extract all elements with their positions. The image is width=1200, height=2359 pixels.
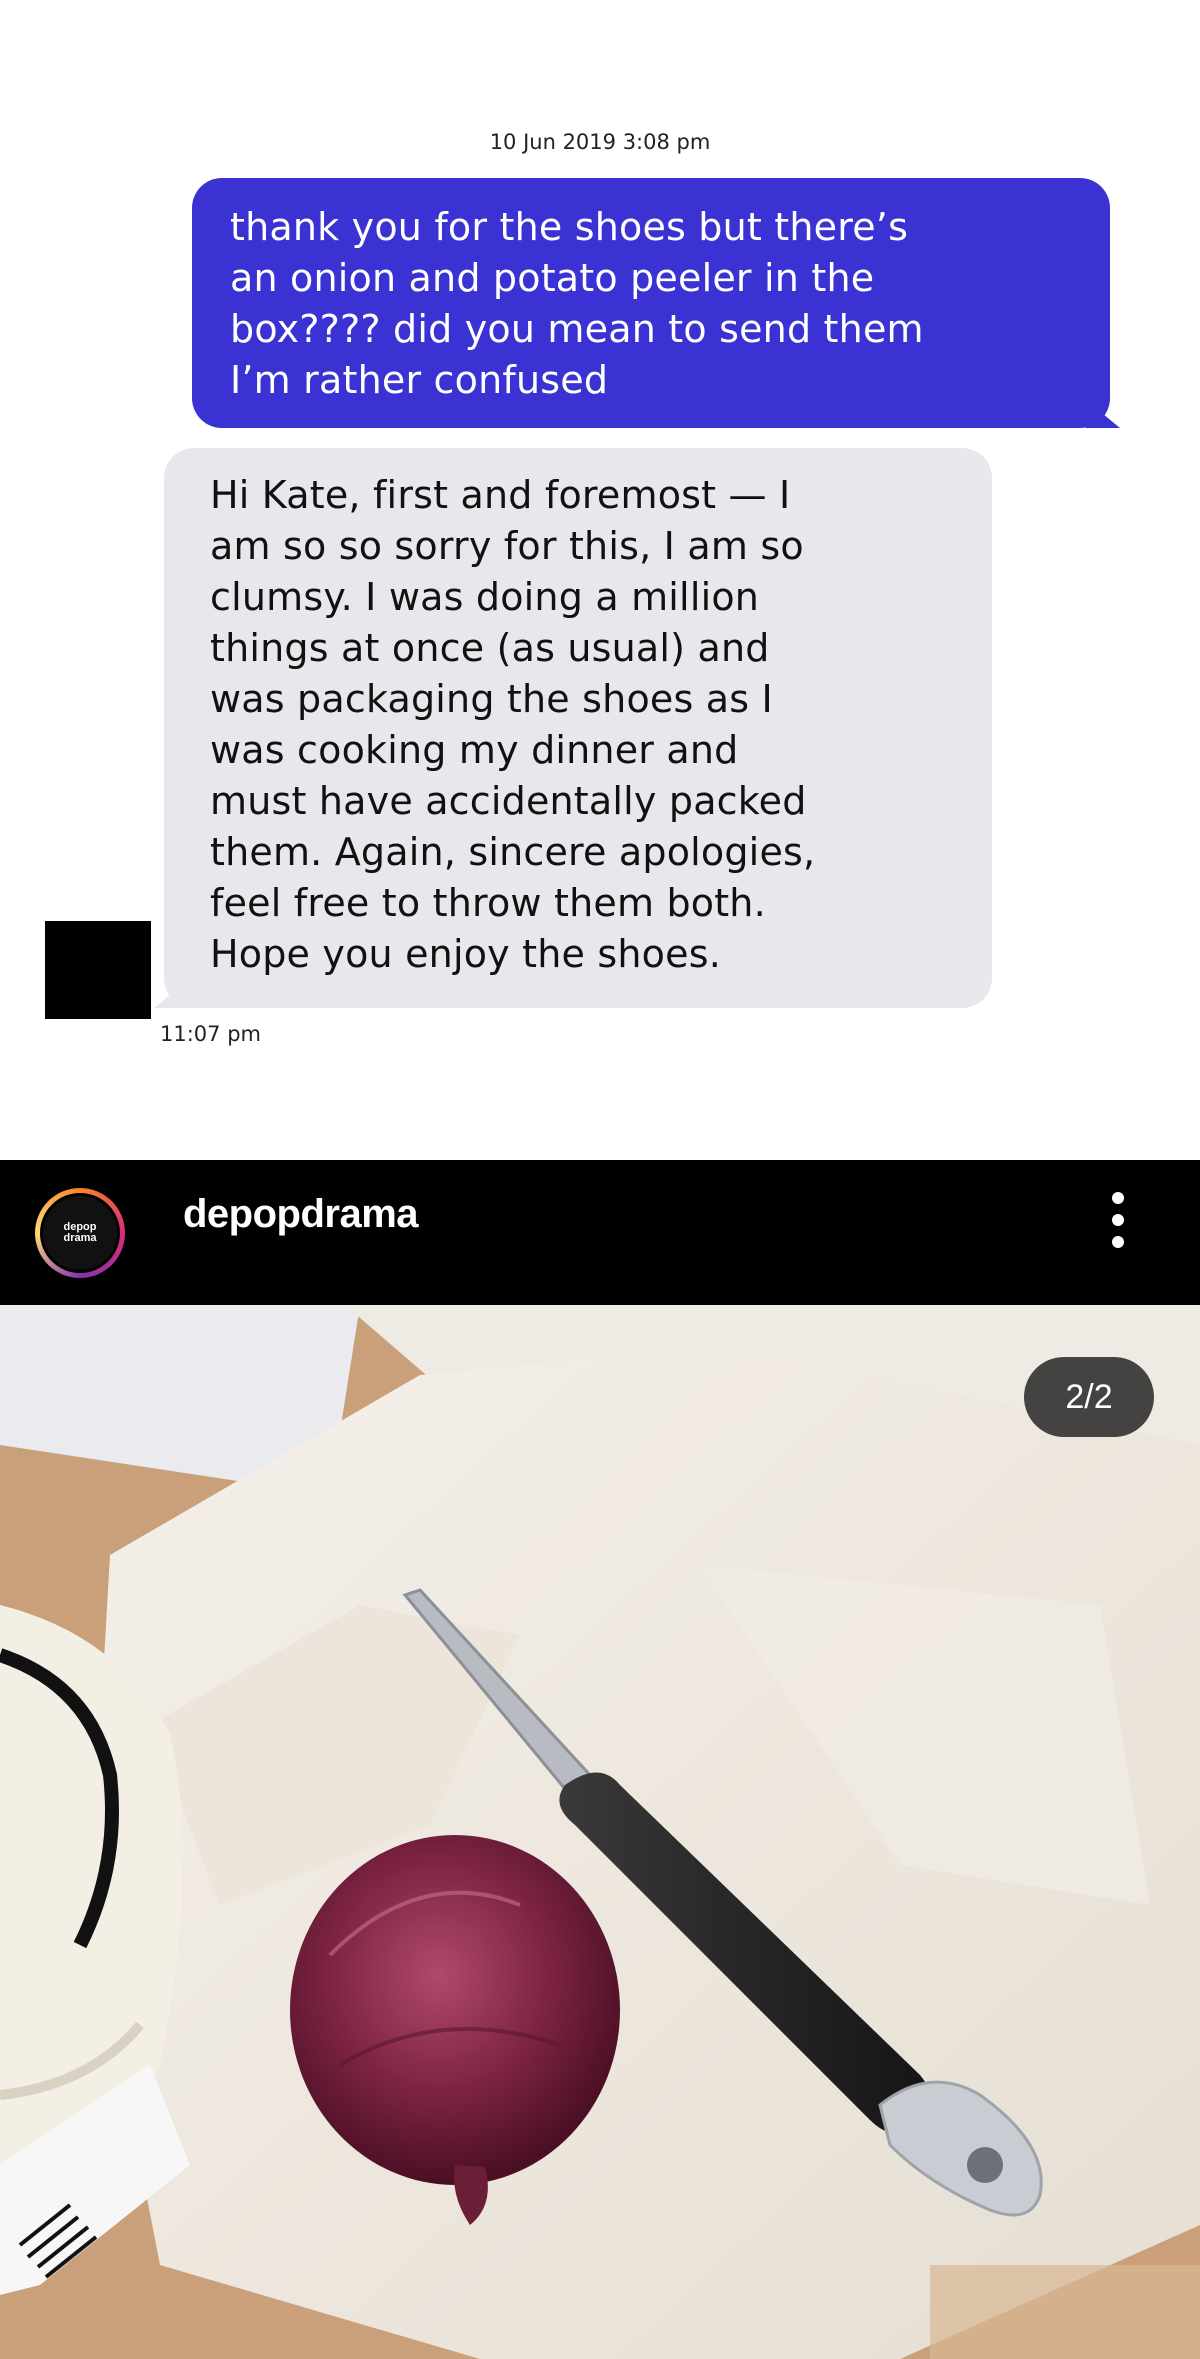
story-ring[interactable]: depop drama [35,1188,125,1278]
post-username[interactable]: depopdrama [183,1192,419,1237]
avatar-text: drama [63,1232,97,1244]
received-message-bubble[interactable]: Hi Kate, first and foremost — I am so so… [154,448,992,1008]
received-line: am so so sorry for this, I am so [210,524,804,568]
post-header: depop drama [0,1160,1200,1305]
received-line: things at once (as usual) and [210,626,770,670]
sent-message-bubble[interactable]: thank you for the shoes but there’s an o… [192,178,1120,428]
sent-line: box???? did you mean to send them [230,307,924,351]
received-line: Hi Kate, first and foremost — I [210,473,791,517]
post-photo[interactable]: 2/2 [0,1305,1200,2359]
page-counter: 2/2 [1024,1357,1154,1437]
chat-thread: 10 Jun 2019 3:08 pm thank you for the sh… [0,0,1200,1160]
received-line: was packaging the shoes as I [210,677,773,721]
sent-bubble-tail [1086,400,1120,428]
received-line: must have accidentally packed [210,779,807,823]
sent-line: I’m rather confused [230,358,609,402]
more-vertical-icon[interactable] [1103,1190,1133,1250]
received-line: Hope you enjoy the shoes. [210,932,721,976]
timestamp-top: 10 Jun 2019 3:08 pm [489,130,711,154]
timestamp-bottom: 11:07 pm [160,1022,261,1046]
profile-avatar[interactable]: depop drama [40,1193,120,1273]
redacted-avatar [45,921,151,1019]
received-line: clumsy. I was doing a million [210,575,760,619]
sent-line: thank you for the shoes but there’s [230,205,909,249]
received-line: was cooking my dinner and [210,728,739,772]
sent-line: an onion and potato peeler in the [230,256,875,300]
received-line: feel free to throw them both. [210,881,766,925]
received-line: them. Again, sincere apologies, [210,830,816,874]
red-onion [290,1835,620,2185]
received-bubble-tail [154,980,188,1008]
photo-illustration [0,1305,1200,2359]
